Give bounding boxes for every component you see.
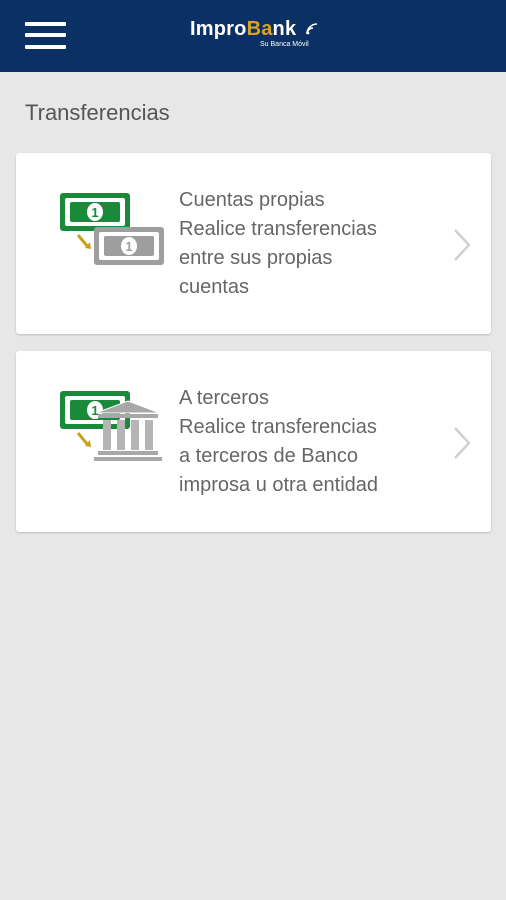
- improbank-logo: ImproBank Su Banca Móvil: [190, 14, 330, 54]
- svg-text:1: 1: [125, 239, 132, 254]
- svg-text:1: 1: [91, 403, 98, 418]
- menu-bar-top: [25, 22, 66, 26]
- logo-word-prefix: Impro: [190, 18, 247, 40]
- logo-bank-b: B: [246, 18, 262, 40]
- option-text: Cuentas propias Realice transferencias e…: [179, 186, 439, 302]
- svg-text:1: 1: [91, 205, 98, 220]
- logo-word-rest: nk: [272, 18, 297, 40]
- logo-word-bank: Ba: [247, 18, 273, 40]
- option-description-line: improsa u otra entidad: [179, 474, 379, 496]
- own-accounts-transfer-icon: 1 1: [60, 193, 164, 265]
- hamburger-menu-button[interactable]: [25, 21, 66, 51]
- option-card-third-parties[interactable]: 1 A terceros Realice transferencias a te…: [16, 351, 491, 532]
- third-party-transfer-icon: 1: [60, 391, 162, 461]
- chevron-right-icon: [454, 229, 471, 261]
- logo-wordmark: ImproBank: [190, 18, 296, 41]
- option-card-own-accounts[interactable]: 1 1 Cuentas propias Realice transferenci…: [16, 153, 491, 334]
- option-description-line: entre sus propias: [179, 247, 333, 269]
- app-header: ImproBank Su Banca Móvil: [0, 0, 506, 72]
- option-title: A terceros: [179, 387, 270, 409]
- chevron-right-icon: [454, 427, 471, 459]
- logo-bank-lock-a: a: [261, 18, 273, 40]
- option-description-line: Realice transferencias: [179, 416, 377, 438]
- option-description-line: Realice transferencias: [179, 218, 377, 240]
- option-text: A terceros Realice transferencias a terc…: [179, 384, 439, 500]
- option-title: Cuentas propias: [179, 189, 325, 211]
- option-description-line: a terceros de Banco: [179, 445, 358, 467]
- wifi-signal-icon: [306, 23, 318, 35]
- option-description-line: cuentas: [179, 276, 250, 298]
- logo-tagline: Su Banca Móvil: [260, 41, 309, 48]
- menu-bar-middle: [25, 33, 66, 37]
- page-title: Transferencias: [25, 100, 170, 125]
- menu-bar-bottom: [25, 45, 66, 49]
